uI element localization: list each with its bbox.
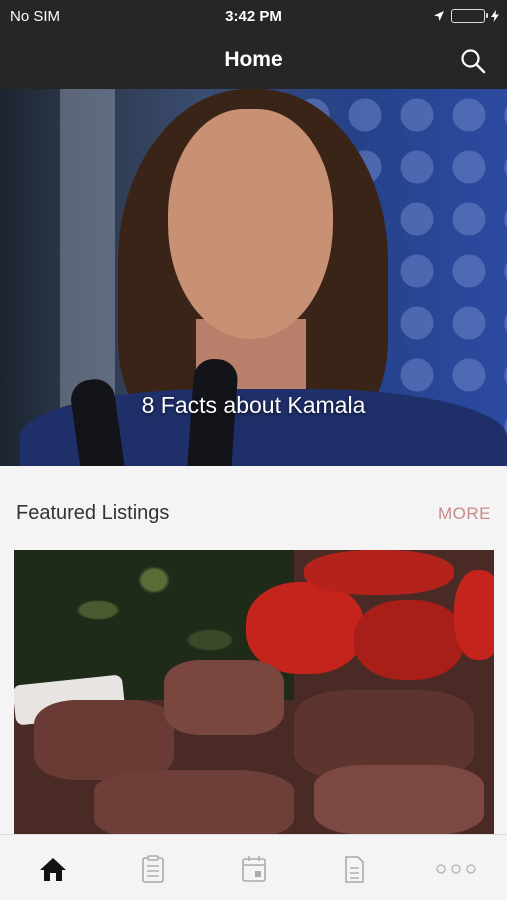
- home-icon[interactable]: [38, 855, 68, 883]
- document-icon[interactable]: [339, 855, 369, 883]
- page-title: Home: [224, 48, 283, 71]
- nav-bar: Home: [0, 34, 507, 89]
- hero-caption: 8 Facts about Kamala: [141, 392, 366, 418]
- featured-listing-card[interactable]: [14, 550, 494, 834]
- tab-bar: [0, 834, 507, 900]
- search-icon[interactable]: [459, 47, 487, 75]
- more-link[interactable]: MORE: [438, 504, 491, 524]
- charging-bolt-icon: [491, 10, 499, 22]
- hero-banner[interactable]: 8 Facts about Kamala: [0, 89, 507, 466]
- status-bar: No SIM 3:42 PM: [0, 0, 507, 34]
- more-icon[interactable]: [434, 855, 478, 883]
- calendar-icon[interactable]: [239, 855, 269, 883]
- clock: 3:42 PM: [225, 8, 282, 25]
- section-title: Featured Listings: [16, 502, 170, 524]
- battery-icon: [451, 9, 488, 23]
- clipboard-icon[interactable]: [138, 855, 168, 883]
- featured-listings-header: Featured Listings MORE: [0, 466, 507, 550]
- hero-photo-face: [168, 109, 333, 339]
- status-indicators: [433, 9, 499, 23]
- location-arrow-icon: [434, 11, 444, 21]
- listing-photo-meat: [34, 700, 174, 780]
